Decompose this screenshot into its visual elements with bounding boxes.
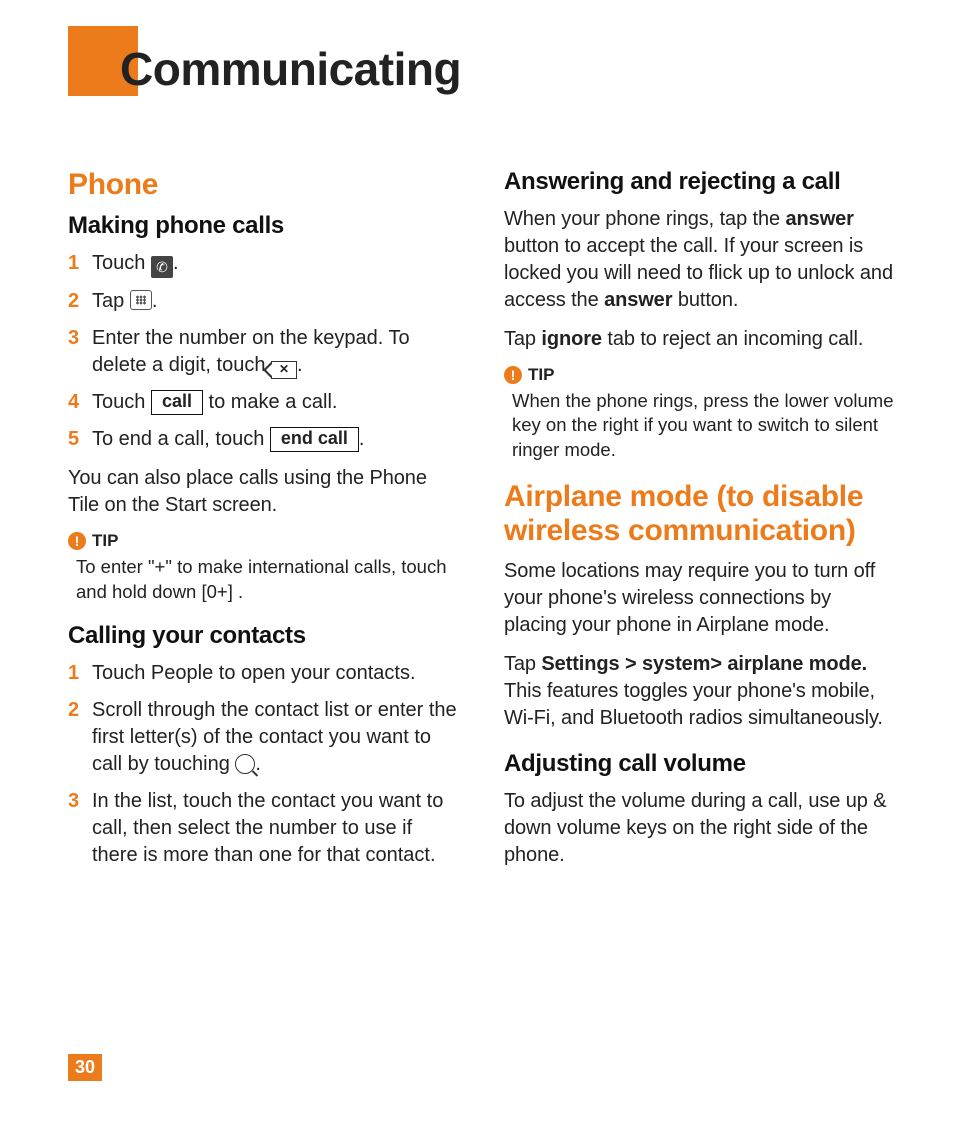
step-text: . [359, 428, 365, 450]
step-text: In the list, touch the contact you want … [92, 788, 458, 869]
end-call-button-graphic: end call [270, 427, 359, 452]
body-text: Some locations may require you to turn o… [504, 558, 894, 639]
list-item: 2 Scroll through the contact list or ent… [68, 697, 458, 778]
page-number: 30 [68, 1054, 102, 1081]
step-text: . [152, 290, 158, 312]
step-number: 2 [68, 288, 92, 315]
text-run: Tap [504, 653, 541, 675]
step-text: . [255, 753, 261, 775]
heading-making-calls: Making phone calls [68, 212, 458, 240]
tip-header: ! TIP [504, 365, 894, 385]
page-title: Communicating [120, 42, 461, 96]
manual-page: Communicating Phone Making phone calls 1… [0, 0, 954, 1145]
list-item: 3 Enter the number on the keypad. To del… [68, 325, 458, 379]
step-text: . [173, 252, 179, 274]
list-item: 2 Tap . [68, 288, 458, 315]
list-item: 1 Touch ✆. [68, 250, 458, 278]
backspace-icon: ✕ [271, 361, 297, 379]
text-run: Tap [504, 328, 541, 350]
step-text: To end a call, touch [92, 428, 270, 450]
call-button-graphic: call [151, 390, 203, 415]
step-number: 1 [68, 660, 92, 687]
text-bold: answer [786, 208, 854, 230]
step-text: Scroll through the contact list or enter… [92, 699, 457, 775]
text-bold: answer [604, 289, 672, 311]
step-text: Tap [92, 290, 130, 312]
step-number: 2 [68, 697, 92, 724]
step-text: Touch People to open your contacts. [92, 660, 458, 687]
list-item: 5 To end a call, touch end call. [68, 426, 458, 453]
text-run: This features toggles your phone's mobil… [504, 680, 883, 729]
body-text: To adjust the volume during a call, use … [504, 788, 894, 869]
text-run: When your phone rings, tap the [504, 208, 786, 230]
left-column: Phone Making phone calls 1 Touch ✆. 2 Ta… [68, 162, 458, 881]
search-icon [235, 754, 255, 774]
tip-icon: ! [504, 366, 522, 384]
heading-calling-contacts: Calling your contacts [68, 622, 458, 650]
phone-icon: ✆ [151, 256, 173, 278]
body-text: When your phone rings, tap the answer bu… [504, 206, 894, 314]
step-number: 4 [68, 389, 92, 416]
step-text: Touch [92, 252, 151, 274]
text-run: button. [672, 289, 738, 311]
step-number: 1 [68, 250, 92, 277]
tip-label: TIP [528, 365, 554, 385]
step-number: 3 [68, 325, 92, 352]
tip-body: When the phone rings, press the lower vo… [512, 389, 894, 462]
dialpad-icon [130, 290, 152, 310]
step-number: 5 [68, 426, 92, 453]
body-text: Tap Settings > system> airplane mode. Th… [504, 651, 894, 732]
heading-adjusting-volume: Adjusting call volume [504, 750, 894, 778]
list-item: 1 Touch People to open your contacts. [68, 660, 458, 687]
text-run: tab to reject an incoming call. [602, 328, 863, 350]
steps-making-calls: 1 Touch ✆. 2 Tap . 3 Enter [68, 250, 458, 453]
step-text: Touch [92, 391, 151, 413]
body-text: You can also place calls using the Phone… [68, 465, 458, 519]
step-text: . [297, 354, 303, 376]
tip-header: ! TIP [68, 531, 458, 551]
list-item: 3 In the list, touch the contact you wan… [68, 788, 458, 869]
body-text: Tap ignore tab to reject an incoming cal… [504, 326, 894, 353]
tip-label: TIP [92, 531, 118, 551]
heading-phone: Phone [68, 168, 458, 202]
step-number: 3 [68, 788, 92, 815]
text-bold: ignore [541, 328, 602, 350]
step-text: Enter the number on the keypad. To delet… [92, 327, 410, 376]
text-bold: Settings > system> airplane mode. [541, 653, 867, 675]
list-item: 4 Touch call to make a call. [68, 389, 458, 416]
tip-icon: ! [68, 532, 86, 550]
tip-body: To enter "+" to make international calls… [76, 555, 458, 604]
heading-airplane-mode: Airplane mode (to disable wireless commu… [504, 480, 894, 548]
heading-answering: Answering and rejecting a call [504, 168, 894, 196]
step-text: to make a call. [209, 391, 338, 413]
steps-calling-contacts: 1 Touch People to open your contacts. 2 … [68, 660, 458, 869]
right-column: Answering and rejecting a call When your… [504, 162, 894, 881]
